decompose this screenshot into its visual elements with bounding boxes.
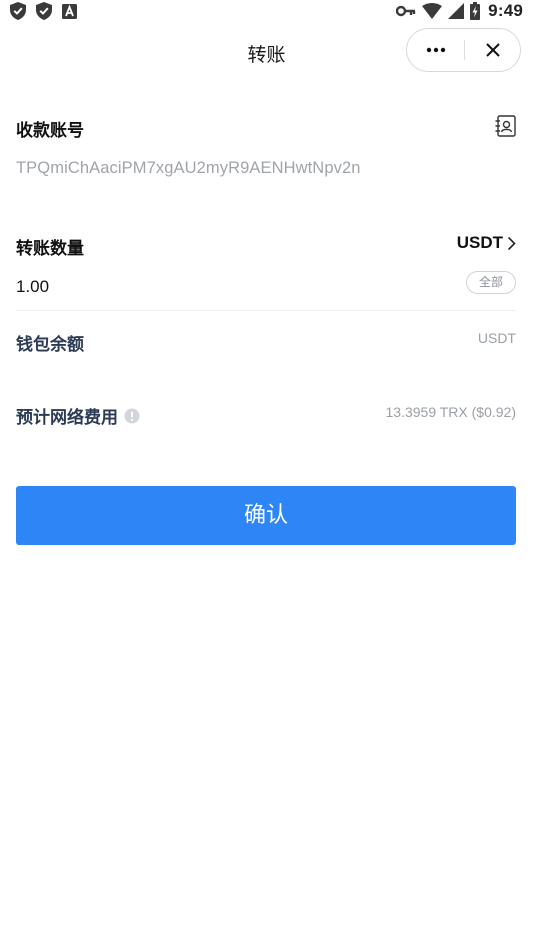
fee-label: 预计网络费用	[16, 408, 118, 428]
vpn-key-icon	[396, 5, 416, 17]
app-a-icon	[62, 3, 77, 19]
recipient-address[interactable]: TPQmiChAaciPM7xgAU2myR9AENHwtNpv2n	[16, 159, 361, 178]
confirm-button[interactable]: 确认	[16, 486, 516, 545]
battery-charging-icon	[470, 2, 481, 20]
fee-label-row: 预计网络费用	[16, 403, 140, 428]
all-button[interactable]: 全部	[466, 271, 516, 294]
address-book-button[interactable]	[495, 115, 516, 137]
transfer-screen: 9:49 转账 收款账号 TPQmiChAaciPM7xgAU2myR9AENH…	[0, 0, 533, 944]
recipient-label: 收款账号	[16, 121, 84, 141]
fee-value: 13.3959 TRX ($0.92)	[385, 404, 517, 420]
divider	[16, 310, 516, 311]
wifi-icon	[422, 3, 443, 19]
shield-check-icon	[36, 2, 52, 20]
balance-value: USDT	[477, 330, 516, 346]
contacts-book-icon	[495, 115, 516, 137]
status-right-icons: 9:49	[396, 1, 523, 21]
status-time: 9:49	[488, 1, 523, 20]
balance-label: 钱包余额	[16, 335, 84, 355]
close-icon	[485, 43, 500, 57]
close-button[interactable]	[465, 29, 520, 71]
more-dots-icon	[426, 47, 445, 53]
info-icon[interactable]	[124, 408, 140, 424]
amount-input[interactable]	[16, 277, 436, 297]
amount-label: 转账数量	[16, 239, 84, 259]
shield-check-icon	[10, 2, 26, 20]
token-name: USDT	[456, 233, 503, 252]
status-bar: 9:49	[0, 0, 533, 22]
mini-program-capsule	[406, 28, 521, 72]
chevron-right-icon	[507, 236, 516, 250]
token-selector[interactable]: USDT	[457, 233, 516, 253]
status-left-icons	[10, 2, 77, 20]
title-bar: 转账	[0, 22, 533, 82]
more-button[interactable]	[407, 29, 464, 71]
cell-signal-icon	[448, 3, 465, 19]
